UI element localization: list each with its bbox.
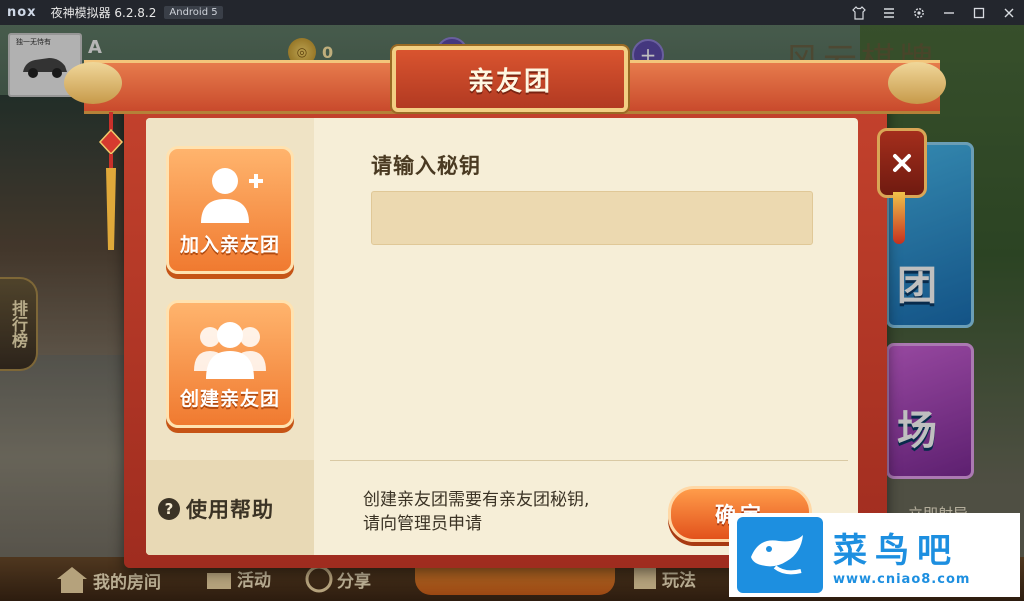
maximize-icon[interactable] (970, 4, 988, 22)
close-tassel (893, 192, 905, 244)
gear-icon[interactable] (910, 4, 928, 22)
menu-icon[interactable] (880, 4, 898, 22)
key-instructions: 创建亲友团需要有亲友团秘钥, 请向管理员申请 (363, 488, 589, 536)
secret-key-input[interactable] (371, 191, 813, 245)
dialog-close-button[interactable] (877, 128, 927, 198)
site-watermark: 菜鸟吧 www.cniao8.com (729, 513, 1020, 597)
bird-logo-icon (737, 517, 823, 593)
android-version-badge: Android 5 (164, 6, 223, 19)
watermark-url: www.cniao8.com (833, 572, 971, 587)
scroll-ornament-left (64, 62, 122, 104)
dialog-title: 亲友团 (467, 66, 552, 97)
nox-logo: nox (7, 5, 37, 20)
dialog-divider (330, 460, 848, 461)
join-group-label: 加入亲友团 (179, 234, 280, 256)
close-x-icon (893, 154, 911, 172)
secret-key-label: 请输入秘钥 (371, 154, 481, 178)
create-group-button[interactable]: 创建亲友团 (166, 300, 294, 428)
group-icon (194, 322, 266, 379)
shirt-icon[interactable] (850, 4, 868, 22)
minimize-icon[interactable] (940, 4, 958, 22)
app-title: 夜神模拟器 6.2.8.2 (50, 6, 157, 20)
dialog-title-plate: 亲友团 (392, 46, 628, 112)
watermark-name: 菜鸟吧 (833, 531, 959, 571)
scroll-ornament-right (888, 62, 946, 104)
question-icon: ? (158, 498, 180, 520)
join-group-button[interactable]: 加入亲友团 (166, 146, 294, 274)
create-group-label: 创建亲友团 (179, 388, 280, 410)
key-instructions-line-1: 创建亲友团需要有亲友团秘钥, (363, 490, 590, 510)
watermark-text: 菜鸟吧 www.cniao8.com (833, 523, 970, 587)
titlebar-controls (850, 0, 1018, 25)
close-icon[interactable] (1000, 4, 1018, 22)
key-instructions-line-2: 请向管理员申请 (363, 514, 482, 534)
emulator-titlebar: nox 夜神模拟器 6.2.8.2 Android 5 (0, 0, 1024, 25)
help-link[interactable]: ? 使用帮助 (158, 494, 274, 524)
help-label: 使用帮助 (186, 498, 274, 522)
chinese-knot-icon (98, 112, 124, 250)
add-user-icon (201, 168, 263, 223)
